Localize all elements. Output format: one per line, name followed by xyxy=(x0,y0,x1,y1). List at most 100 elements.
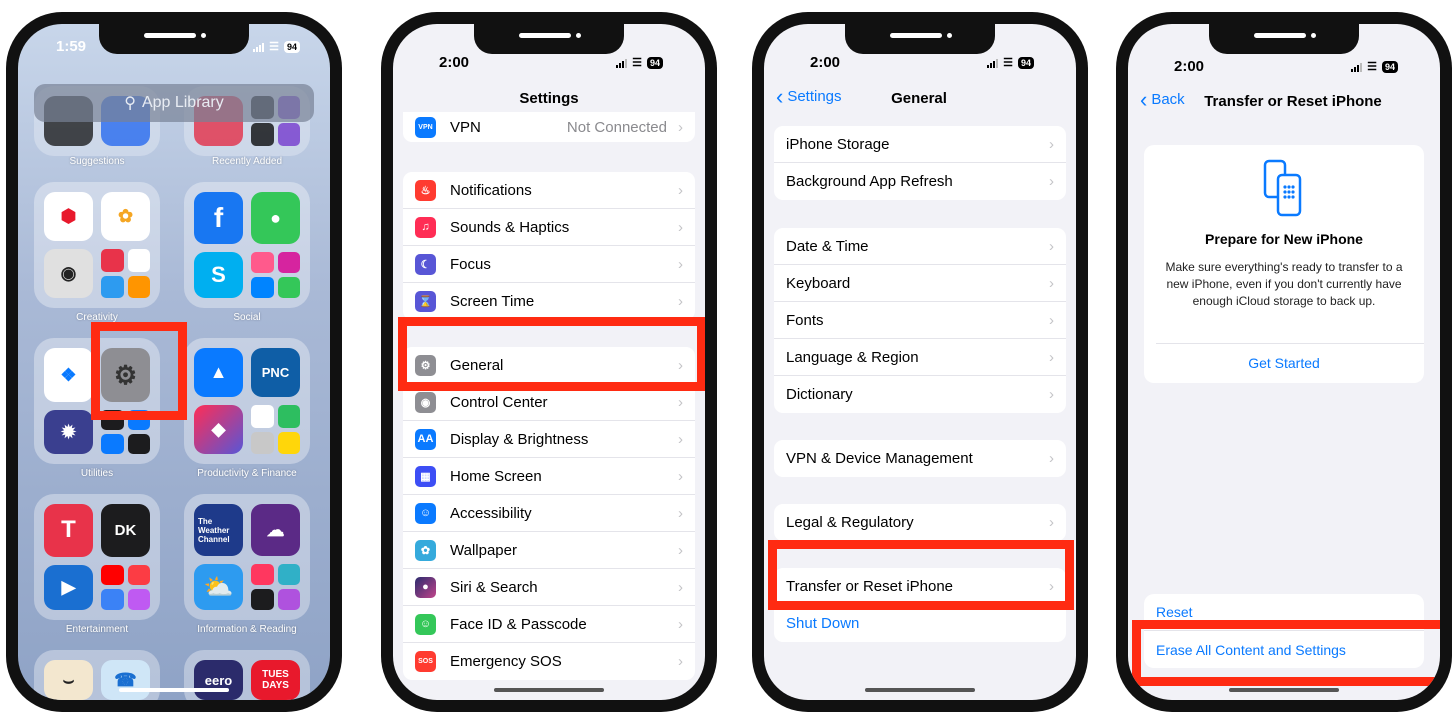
row-label: Display & Brightness xyxy=(450,430,589,448)
back-button[interactable]: ‹ Settings xyxy=(776,86,842,108)
get-started-link[interactable]: Get Started xyxy=(1144,355,1424,371)
home-indicator[interactable] xyxy=(865,688,975,692)
status-icons: ☰ 94 xyxy=(1351,60,1398,73)
general-row-keyboard[interactable]: Keyboard › xyxy=(774,265,1066,302)
general-row-language-region[interactable]: Language & Region › xyxy=(774,339,1066,376)
moon-icon: ☾ xyxy=(415,253,436,275)
settings-row-accessibility[interactable]: ☺ Accessibility › xyxy=(403,495,695,532)
app-library-search[interactable]: ⚲ App Library xyxy=(34,84,314,122)
folder-entertainment[interactable]: T DK ▶ xyxy=(34,494,160,620)
cloud-app-icon[interactable]: ☁ xyxy=(251,504,300,556)
camera-icon[interactable]: ◉ xyxy=(44,249,93,298)
row-label: VPN xyxy=(450,118,481,136)
row-label: Siri & Search xyxy=(450,578,538,596)
prepare-card: Prepare for New iPhone Make sure everyth… xyxy=(1144,145,1424,383)
general-row-shut-down[interactable]: Shut Down xyxy=(774,605,1066,642)
back-label: Settings xyxy=(787,88,842,105)
battery-icon: 94 xyxy=(283,40,300,53)
settings-row-vpn[interactable]: VPN VPN Not Connected › xyxy=(403,112,695,142)
settings-row-face-id[interactable]: ☺ Face ID & Passcode › xyxy=(403,606,695,643)
general-row-fonts[interactable]: Fonts › xyxy=(774,302,1066,339)
search-placeholder: App Library xyxy=(141,94,224,111)
settings-row-siri-search[interactable]: ● Siri & Search › xyxy=(403,569,695,606)
row-label: Face ID & Passcode xyxy=(450,615,587,633)
amazon-icon[interactable]: ⌣ xyxy=(44,660,93,700)
row-label: Reset xyxy=(1156,604,1193,620)
mini-apps xyxy=(101,249,150,298)
face-id-icon: ☺ xyxy=(415,613,436,635)
signal-icon xyxy=(616,58,628,68)
app-icon[interactable]: ✹ xyxy=(44,410,93,454)
chevron-right-icon: › xyxy=(678,430,683,448)
settings-row-wallpaper[interactable]: ✿ Wallpaper › xyxy=(403,532,695,569)
settings-row-focus[interactable]: ☾ Focus › xyxy=(403,246,695,283)
general-row-dictionary[interactable]: Dictionary › xyxy=(774,376,1066,413)
chevron-right-icon: › xyxy=(1049,386,1054,403)
youtube-create-icon[interactable]: ⬢ xyxy=(44,192,93,241)
general-row-vpn-device-management[interactable]: VPN & Device Management › xyxy=(774,440,1066,477)
general-row-date-time[interactable]: Date & Time › xyxy=(774,228,1066,265)
home-indicator[interactable] xyxy=(494,688,604,692)
folder-shopping[interactable]: ⌣ ☎ xyxy=(34,650,160,700)
mini-apps xyxy=(251,252,300,298)
tubi-icon[interactable]: T xyxy=(44,504,93,557)
folder-creativity[interactable]: ⬢ ✿ ◉ xyxy=(34,182,160,308)
notch xyxy=(99,24,249,54)
whistle-app-icon[interactable]: ▶ xyxy=(44,564,93,610)
home-indicator[interactable] xyxy=(1229,688,1339,692)
general-group-1: iPhone Storage › Background App Refresh › xyxy=(774,126,1066,200)
vpn-status: Not Connected xyxy=(566,118,667,136)
hourglass-icon: ⌛ xyxy=(415,291,436,312)
safari-icon[interactable]: ❖ xyxy=(44,348,93,402)
folder-productivity-finance[interactable]: ▲ PNC ◆ xyxy=(184,338,310,464)
general-screen: 2:00 ☰ 94 ‹ Settings General iPhone Stor… xyxy=(764,24,1076,700)
skype-icon[interactable]: S xyxy=(194,252,243,298)
folder-label: Entertainment xyxy=(65,624,129,635)
chevron-right-icon: › xyxy=(678,653,683,670)
back-button[interactable]: ‹ Back xyxy=(1140,89,1185,111)
settings-row-screen-time[interactable]: ⌛ Screen Time › xyxy=(403,283,695,320)
photos-icon[interactable]: ✿ xyxy=(101,192,150,241)
folder-label: Productivity & Finance xyxy=(197,468,297,479)
dk-sports-icon[interactable]: DK xyxy=(101,504,150,557)
home-indicator[interactable] xyxy=(119,688,229,692)
folder-label: Utilities xyxy=(80,468,114,479)
chevron-right-icon: › xyxy=(678,181,683,199)
row-label: Focus xyxy=(450,255,491,273)
folder-other[interactable]: eero TUES DAYS xyxy=(184,650,310,700)
chevron-right-icon: › xyxy=(678,218,683,236)
chevron-right-icon: › xyxy=(1049,135,1054,153)
pnc-icon[interactable]: PNC xyxy=(251,348,300,397)
chevron-right-icon: › xyxy=(678,504,683,522)
folder-information-reading[interactable]: The Weather Channel ☁ ⛅ xyxy=(184,494,310,620)
eero-icon[interactable]: eero xyxy=(194,660,243,700)
messages-icon[interactable]: ● xyxy=(251,192,300,244)
signal-icon xyxy=(987,58,999,68)
phone-transfer-reset: 2:00 ☰ 94 ‹ Back Transfer or Reset iPhon… xyxy=(1116,12,1452,712)
settings-row-sounds-haptics[interactable]: ♫ Sounds & Haptics › xyxy=(403,209,695,246)
settings-row-home-screen[interactable]: ▦ Home Screen › xyxy=(403,458,695,495)
general-group-2: Date & Time › Keyboard › Fonts › Language &… xyxy=(774,228,1066,413)
general-row-background-refresh[interactable]: Background App Refresh › xyxy=(774,163,1066,200)
flower-icon: ✿ xyxy=(415,539,436,561)
shortcuts-icon[interactable]: ◆ xyxy=(194,405,243,454)
page-title: General xyxy=(891,90,947,107)
settings-row-display-brightness[interactable]: AA Display & Brightness › xyxy=(403,421,695,458)
general-row-legal-regulatory[interactable]: Legal & Regulatory › xyxy=(774,504,1066,541)
battery-icon: 94 xyxy=(1017,56,1034,69)
settings-row-emergency-sos[interactable]: SOS Emergency SOS › xyxy=(403,643,695,680)
navigation-app-icon[interactable]: ▲ xyxy=(194,348,243,397)
weather-icon[interactable]: ⛅ xyxy=(194,564,243,610)
status-time: 2:00 xyxy=(1174,58,1205,75)
tuesdays-icon[interactable]: TUES DAYS xyxy=(251,660,300,700)
app-icon[interactable]: ☎ xyxy=(101,660,150,700)
row-label: Sounds & Haptics xyxy=(450,218,570,236)
folder-social[interactable]: f ● S xyxy=(184,182,310,308)
general-row-iphone-storage[interactable]: iPhone Storage › xyxy=(774,126,1066,163)
speaker-icon: ♫ xyxy=(415,216,436,238)
facebook-icon[interactable]: f xyxy=(194,192,243,244)
mini-apps xyxy=(251,405,300,454)
text-size-icon: AA xyxy=(415,428,436,450)
weather-channel-icon[interactable]: The Weather Channel xyxy=(194,504,243,556)
settings-row-notifications[interactable]: ♨ Notifications › xyxy=(403,172,695,209)
